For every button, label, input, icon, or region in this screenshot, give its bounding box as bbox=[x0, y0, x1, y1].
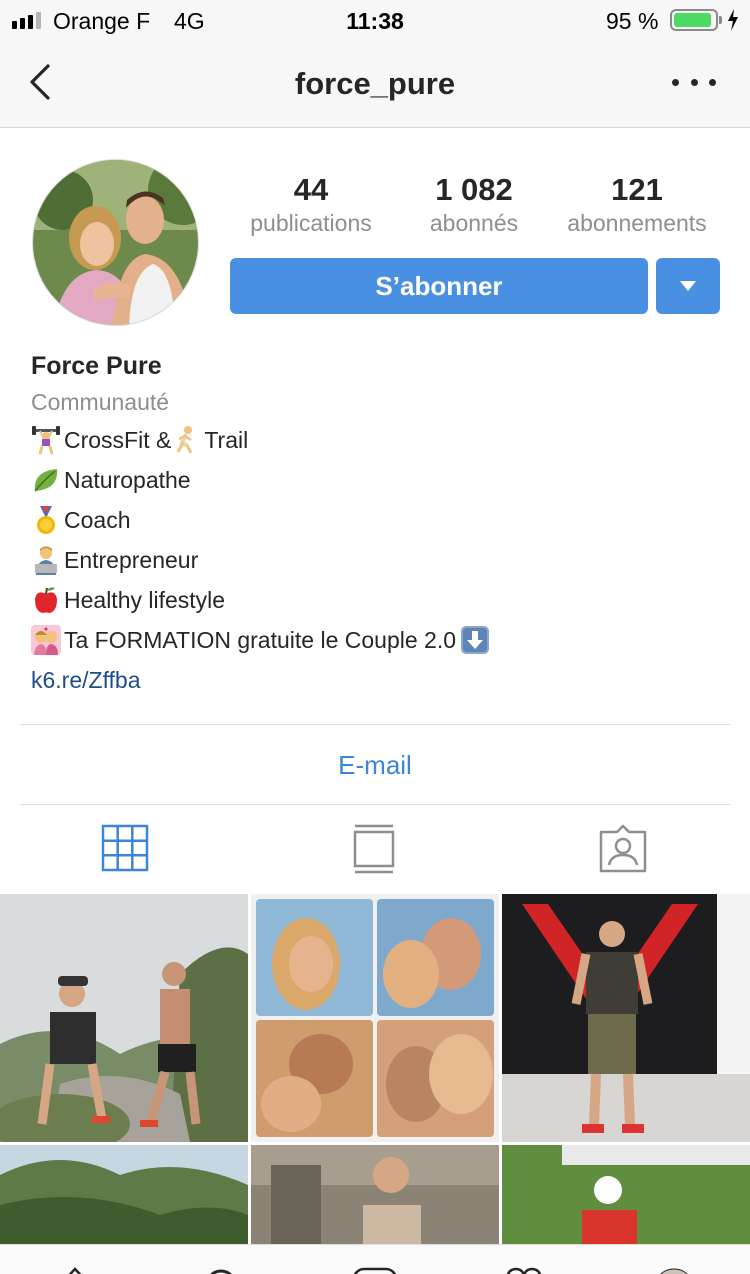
following-count-value: 121 bbox=[611, 172, 663, 207]
bio-line-coach-text: Coach bbox=[64, 507, 131, 533]
bottom-tab-bar bbox=[0, 1244, 750, 1274]
leaf-emoji-icon bbox=[34, 469, 58, 492]
down-arrow-emoji-icon bbox=[461, 626, 489, 654]
divider bbox=[20, 724, 730, 725]
followers-count-value: 1 082 bbox=[435, 172, 513, 207]
divider bbox=[20, 804, 730, 805]
following-count-label: abonnements bbox=[567, 210, 707, 236]
post-thumbnail[interactable] bbox=[0, 1145, 248, 1244]
bio-line-coach: Coach bbox=[31, 500, 721, 540]
add-post-icon[interactable] bbox=[352, 1267, 398, 1274]
status-bar: Orange F 4G 11:38 95 % bbox=[0, 0, 750, 40]
suggestions-dropdown-button[interactable] bbox=[656, 258, 720, 314]
home-icon[interactable] bbox=[58, 1265, 92, 1274]
profile-category: Communauté bbox=[31, 389, 170, 415]
profile-bio: Force Pure Communauté CrossFit & Trail N… bbox=[31, 348, 721, 700]
bio-website-link[interactable]: k6.re/Zffba bbox=[31, 660, 721, 700]
more-options-icon[interactable] bbox=[672, 70, 716, 94]
page-title: force_pure bbox=[294, 66, 456, 101]
bio-line-trail-text: Trail bbox=[204, 427, 249, 453]
followers-count[interactable]: 1 082 abonnés bbox=[389, 172, 559, 237]
battery-icon bbox=[670, 9, 718, 31]
bio-line-healthy: Healthy lifestyle bbox=[31, 580, 721, 620]
charging-icon bbox=[728, 9, 738, 31]
post-thumbnail[interactable] bbox=[502, 1145, 750, 1244]
battery-percent: 95 % bbox=[606, 8, 659, 34]
follow-button[interactable]: S’abonner bbox=[230, 258, 648, 314]
posts-count-label: publications bbox=[250, 210, 372, 236]
search-icon[interactable] bbox=[203, 1267, 239, 1274]
bio-line-healthy-text: Healthy lifestyle bbox=[64, 587, 226, 613]
grid-icon[interactable] bbox=[101, 824, 151, 874]
following-count[interactable]: 121 abonnements bbox=[552, 172, 722, 237]
followers-count-label: abonnés bbox=[429, 210, 519, 236]
medal-emoji-icon bbox=[37, 506, 55, 534]
feed-icon[interactable] bbox=[351, 824, 401, 874]
posts-count-value: 44 bbox=[293, 172, 329, 207]
bio-line-naturopathe: Naturopathe bbox=[31, 460, 721, 500]
navigation-bar: force_pure bbox=[0, 40, 750, 128]
bio-line-entrepreneur: Entrepreneur bbox=[31, 540, 721, 580]
chevron-down-icon bbox=[680, 281, 696, 291]
post-thumbnail[interactable] bbox=[251, 894, 499, 1142]
bio-line-formation-text: Ta FORMATION gratuite le Couple 2.0 bbox=[64, 627, 456, 653]
posts-count[interactable]: 44 publications bbox=[226, 172, 396, 237]
bio-line-crossfit: CrossFit & Trail bbox=[31, 420, 721, 460]
email-button[interactable]: E-mail bbox=[0, 746, 750, 784]
tagged-icon[interactable] bbox=[598, 824, 648, 874]
couple-kiss-emoji-icon bbox=[31, 625, 61, 655]
post-thumbnail[interactable] bbox=[0, 894, 248, 1142]
profile-tab-avatar[interactable] bbox=[652, 1267, 696, 1274]
bio-line-naturopathe-text: Naturopathe bbox=[64, 467, 191, 493]
bio-line-crossfit-text: CrossFit & bbox=[64, 427, 172, 453]
runner-emoji-icon bbox=[177, 426, 193, 454]
bio-line-entrepreneur-text: Entrepreneur bbox=[64, 547, 199, 573]
technologist-emoji-icon bbox=[35, 546, 57, 575]
profile-name: Force Pure bbox=[31, 352, 162, 380]
bio-line-formation: Ta FORMATION gratuite le Couple 2.0 bbox=[31, 620, 721, 660]
heart-icon[interactable] bbox=[503, 1267, 545, 1274]
weightlifter-emoji-icon bbox=[32, 426, 60, 455]
post-thumbnail[interactable] bbox=[251, 1145, 499, 1244]
apple-emoji-icon bbox=[35, 587, 57, 613]
profile-avatar[interactable] bbox=[32, 159, 199, 326]
post-thumbnail[interactable] bbox=[502, 894, 750, 1142]
